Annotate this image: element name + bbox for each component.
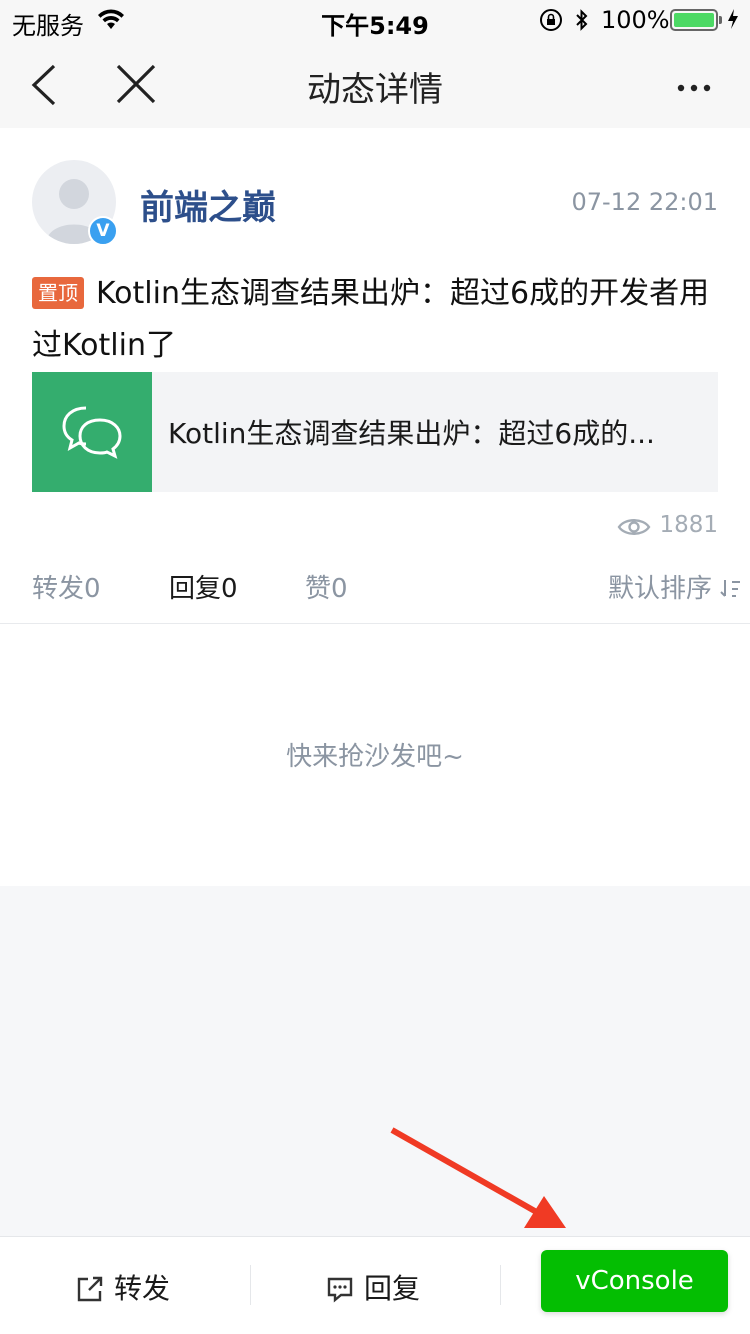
page-title: 动态详情 (307, 70, 443, 110)
link-thumbnail (32, 372, 152, 492)
author-name[interactable]: 前端之巅 (140, 180, 276, 229)
charging-icon (727, 8, 739, 36)
pinned-badge: 置顶 (32, 277, 84, 309)
tab-reply[interactable]: 回复0 (169, 568, 238, 605)
nav-bar: 动态详情 (0, 40, 750, 128)
vconsole-button[interactable]: vConsole (541, 1250, 728, 1312)
tab-like[interactable]: 赞0 (305, 568, 348, 605)
post-time: 07-12 22:01 (571, 188, 718, 216)
chat-bubbles-icon (62, 406, 122, 459)
link-title: Kotlin生态调查结果出炉：超过6成的... (168, 417, 655, 450)
post-text: 置顶 Kotlin生态调查结果出炉：超过6成的开发者用过Kotlin了 (32, 268, 722, 372)
reply-label: 回复 (364, 1272, 421, 1305)
comment-icon (327, 1277, 353, 1303)
forward-label: 转发 (114, 1272, 171, 1305)
annotation-arrow (390, 1127, 566, 1228)
bluetooth-icon (574, 8, 590, 38)
more-icon[interactable] (674, 78, 714, 97)
empty-state-text: 快来抢沙发吧~ (286, 742, 464, 772)
rotation-lock-icon (539, 8, 563, 38)
verified-badge: V (88, 216, 118, 246)
post-text-body: Kotlin生态调查结果出炉：超过6成的开发者用过Kotlin了 (32, 276, 710, 363)
view-count: 1881 (617, 512, 718, 538)
share-icon (77, 1276, 103, 1302)
interaction-tabs: 转发0 回复0 赞0 默认排序 (0, 558, 750, 624)
battery-percent: 100% (601, 6, 670, 34)
divider (500, 1265, 501, 1305)
sort-button[interactable]: 默认排序 (608, 568, 742, 605)
post-card: V 前端之巅 07-12 22:01 置顶 Kotlin生态调查结果出炉：超过6成… (0, 128, 750, 886)
view-count-value: 1881 (659, 512, 718, 538)
tab-forward[interactable]: 转发0 (32, 568, 101, 605)
eye-icon (618, 519, 651, 535)
link-card[interactable]: Kotlin生态调查结果出炉：超过6成的... (32, 372, 718, 492)
reply-button[interactable]: 回复 (326, 1267, 420, 1307)
status-bar: 无服务 下午5:49 100% (0, 0, 750, 40)
divider (250, 1265, 251, 1305)
sort-label: 默认排序 (607, 574, 712, 604)
battery-icon (670, 9, 722, 31)
sort-icon (720, 580, 740, 597)
forward-button[interactable]: 转发 (76, 1267, 170, 1307)
